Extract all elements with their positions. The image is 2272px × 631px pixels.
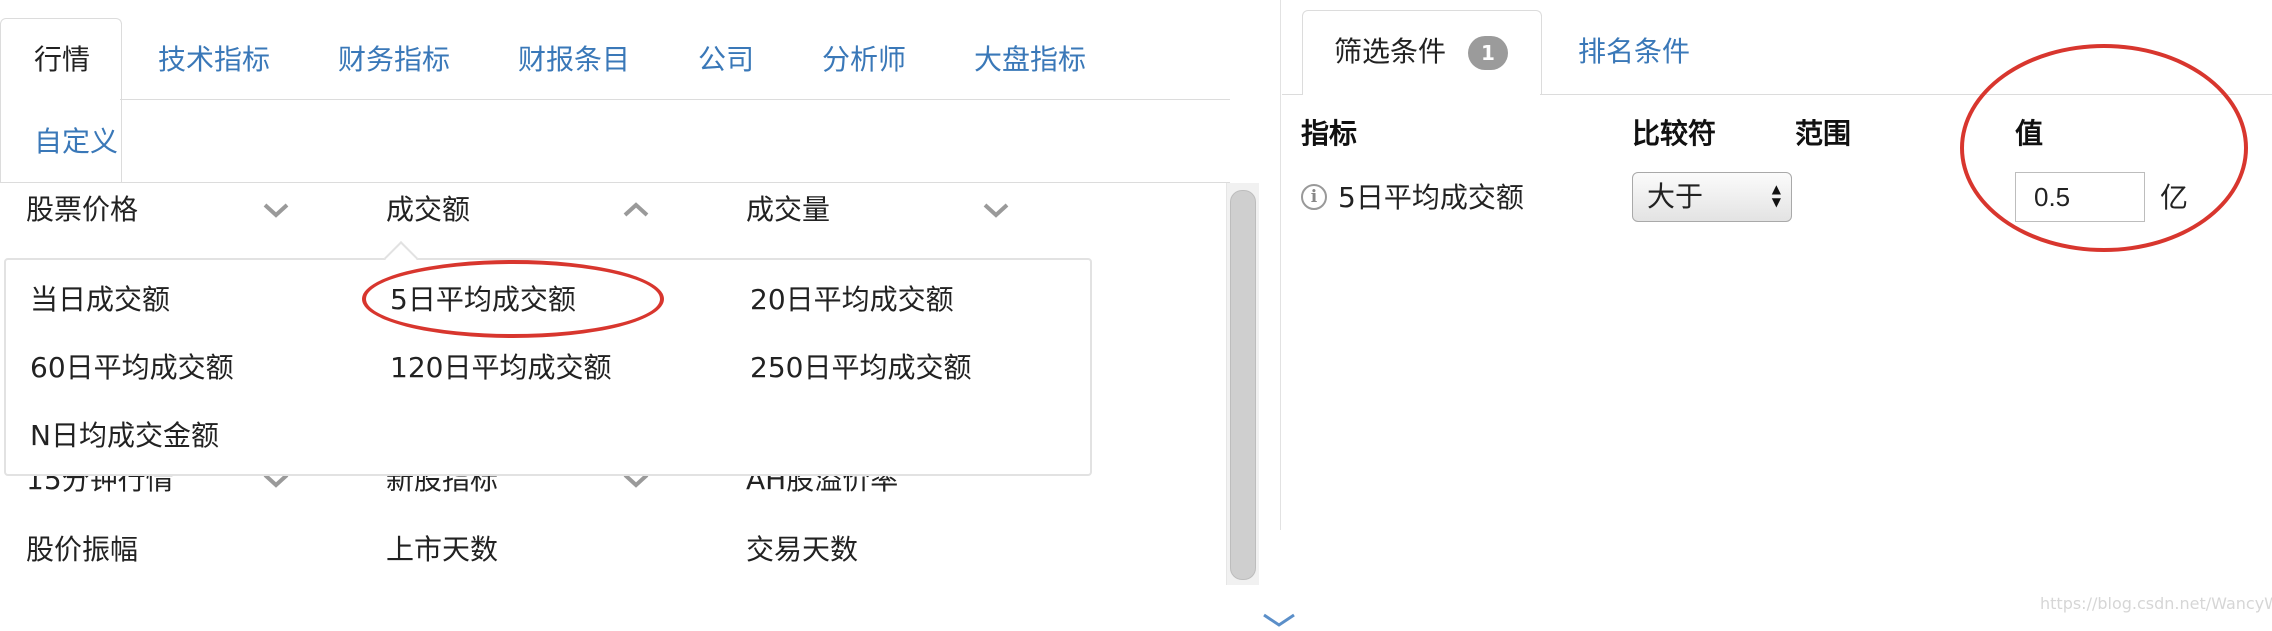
scrollbar-thumb[interactable] [1230, 190, 1256, 580]
filter-count-badge: 1 [1468, 36, 1508, 70]
header-indicator: 指标 [1301, 117, 1358, 150]
category-amplitude[interactable]: 股价振幅 [26, 536, 138, 564]
tab-divider [1540, 94, 2272, 95]
tab-technical[interactable]: 技术指标 [158, 46, 270, 74]
value-input[interactable] [2015, 172, 2145, 222]
info-icon[interactable]: i [1301, 184, 1327, 210]
tab-filter-conditions[interactable]: 筛选条件 [1334, 38, 1446, 66]
category-listing-days[interactable]: 上市天数 [386, 536, 498, 564]
tab-analyst[interactable]: 分析师 [822, 46, 906, 74]
tab-divider [120, 99, 1230, 100]
tab-custom[interactable]: 自定义 [34, 128, 118, 156]
option-daily-turnover[interactable]: 当日成交额 [30, 286, 170, 314]
tab-ranking-conditions[interactable]: 排名条件 [1578, 38, 1690, 66]
tab-company[interactable]: 公司 [698, 46, 754, 74]
watermark: https://blog.csdn.net/WancyWU [2040, 594, 2272, 613]
chevron-down-icon[interactable] [982, 200, 1010, 220]
chevron-down-icon[interactable] [1262, 612, 1296, 631]
category-trading-days[interactable]: 交易天数 [746, 536, 858, 564]
comparator-value: 大于 [1647, 180, 1704, 213]
option-250day-avg-turnover[interactable]: 250日平均成交额 [750, 354, 971, 382]
tab-market[interactable]: 行情 [34, 46, 90, 74]
header-value: 值 [2015, 117, 2044, 150]
option-20day-avg-turnover[interactable]: 20日平均成交额 [750, 286, 954, 314]
tab-financial[interactable]: 财务指标 [338, 46, 450, 74]
category-stock-price[interactable]: 股票价格 [26, 196, 138, 224]
panel-divider [1280, 0, 1281, 530]
option-nday-avg-turnover[interactable]: N日均成交金额 [30, 422, 219, 450]
chevron-down-icon[interactable] [262, 200, 290, 220]
tab-index[interactable]: 大盘指标 [974, 46, 1086, 74]
chevron-up-icon[interactable] [622, 200, 650, 220]
value-unit: 亿 [2160, 181, 2189, 214]
category-volume[interactable]: 成交量 [746, 196, 830, 224]
option-5day-avg-turnover[interactable]: 5日平均成交额 [390, 286, 576, 314]
comparator-select[interactable]: 大于 ▲ ▼ [1632, 172, 1792, 222]
option-120day-avg-turnover[interactable]: 120日平均成交额 [390, 354, 611, 382]
tab-report-items[interactable]: 财报条目 [518, 46, 630, 74]
category-turnover[interactable]: 成交额 [386, 196, 470, 224]
tab-divider [1282, 94, 1302, 95]
tab-divider-2 [0, 182, 1230, 183]
header-range: 范围 [1795, 117, 1852, 150]
updown-arrows-icon: ▲ ▼ [1771, 182, 1781, 209]
header-comparator: 比较符 [1632, 117, 1717, 150]
filter-indicator-name: 5日平均成交额 [1338, 181, 1524, 214]
option-60day-avg-turnover[interactable]: 60日平均成交额 [30, 354, 234, 382]
